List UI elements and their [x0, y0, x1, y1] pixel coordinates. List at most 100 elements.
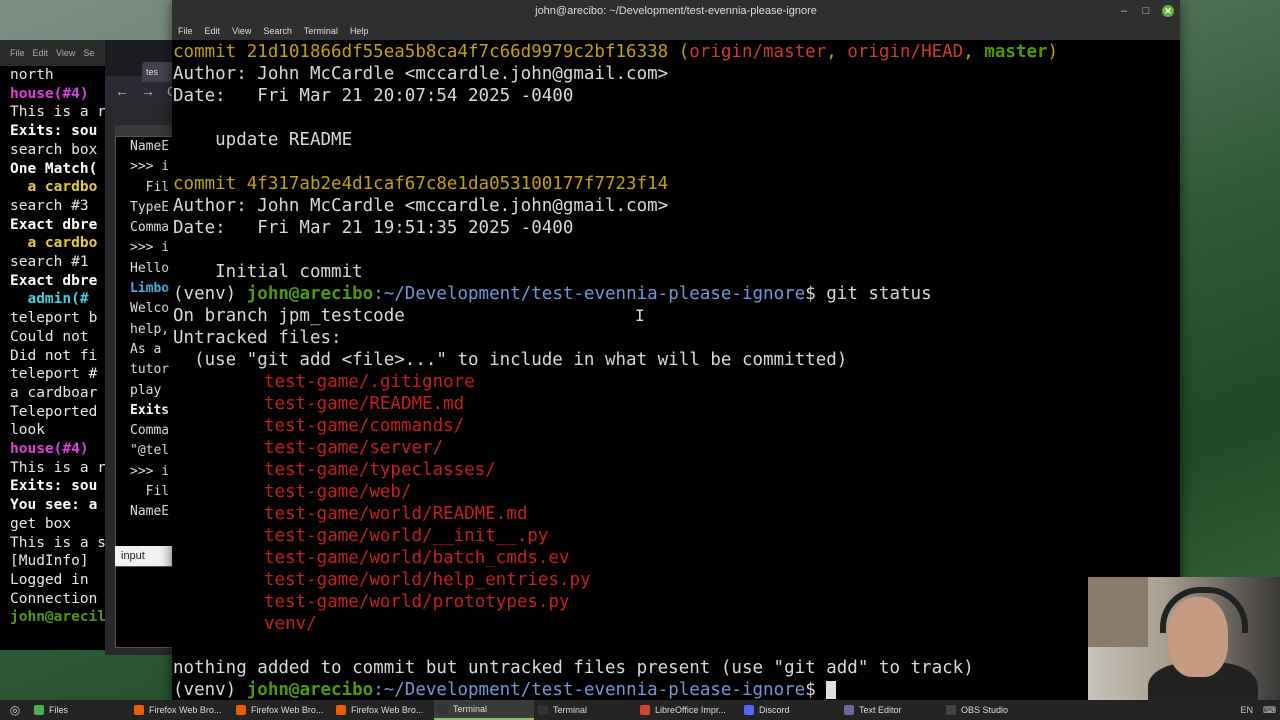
menu-item[interactable]: Se — [83, 48, 94, 58]
taskbar-item-label: Firefox Web Bro... — [149, 705, 222, 715]
terminal-line: a cardboar — [10, 384, 98, 401]
taskbar-item[interactable]: Discord — [740, 700, 840, 720]
menu-item[interactable]: Edit — [33, 48, 49, 58]
webclient-output: NameE >>> i Fil TypeE Comma >>> i Hello Limbo W… — [116, 137, 175, 523]
window-title: john@arecibo: ~/Development/test-evennia… — [535, 5, 817, 17]
menu-terminal[interactable]: Terminal — [304, 22, 338, 40]
terminal-line: This is a s — [10, 534, 107, 551]
untracked-file: test-game/world/help_entries.py — [264, 570, 591, 590]
taskbar-item[interactable]: Text Editor — [840, 700, 942, 720]
text-editor-icon — [844, 705, 854, 715]
browser-tab[interactable]: tes — [142, 62, 175, 82]
taskbar-item[interactable]: Firefox Web Bro... — [332, 700, 434, 720]
terminal-line: get box — [10, 515, 72, 532]
close-button[interactable]: ✕ — [1162, 5, 1174, 17]
terminal-line: This is a r — [10, 459, 107, 476]
shell-prompt-current[interactable]: (venv) john@arecibo:~/Development/test-e… — [173, 679, 1180, 700]
menu-file[interactable]: File — [178, 22, 193, 40]
terminal-line: Exact dbre — [10, 272, 98, 289]
taskbar-item[interactable]: Terminal — [434, 700, 534, 720]
terminal-icon — [538, 705, 548, 715]
menu-item[interactable]: File — [10, 48, 25, 58]
terminal-line: north — [10, 67, 54, 83]
menu-edit[interactable]: Edit — [205, 22, 221, 40]
terminal-line: Exits: sou — [10, 123, 98, 140]
terminal-line: Did not fi — [10, 347, 98, 364]
webcam-shelf — [1088, 577, 1148, 647]
back-terminal-window[interactable]: File Edit View Se north house(#4) This is a r… — [0, 40, 110, 650]
webclient-input-field[interactable] — [115, 566, 175, 648]
webclient-line: Fil — [130, 179, 170, 195]
taskbar-item[interactable]: OBS Studio — [942, 700, 1032, 720]
menu-search[interactable]: Search — [263, 22, 292, 40]
prompt-user-host: john@arecibo — [246, 284, 374, 304]
ref-origin-head: origin/HEAD — [847, 42, 964, 62]
taskbar-item-label: Text Editor — [859, 705, 902, 715]
webclient-line: "@tel — [130, 443, 170, 459]
taskbar-item-label: Files — [49, 705, 69, 715]
prompt-command: git status — [826, 284, 932, 304]
terminal-line: You see: a — [10, 497, 98, 514]
maximize-button[interactable]: □ — [1140, 5, 1152, 17]
main-terminal-window[interactable]: john@arecibo: ~/Development/test-evennia… — [172, 0, 1180, 700]
untracked-file: test-game/README.md — [264, 394, 465, 414]
back-terminal-menubar[interactable]: File Edit View Se — [0, 40, 110, 66]
webclient-line: TypeE — [130, 199, 170, 215]
taskbar: ◎ Files Firefox Web Bro... Firefox Web Bro… — [0, 700, 1280, 720]
keyboard-layout[interactable]: EN — [1240, 705, 1253, 715]
terminal-line: Exits: sou — [10, 478, 98, 495]
terminal-line: a cardbo — [10, 179, 98, 196]
window-titlebar[interactable]: john@arecibo: ~/Development/test-evennia… — [172, 0, 1180, 22]
taskbar-item[interactable]: Files — [30, 700, 130, 720]
start-menu-icon[interactable]: ◎ — [0, 700, 30, 720]
ref-master: master — [984, 42, 1048, 62]
libreoffice-impress-icon — [640, 705, 650, 715]
untracked-file: test-game/typeclasses/ — [264, 460, 496, 480]
taskbar-item-label: Firefox Web Bro... — [351, 705, 424, 715]
minimize-button[interactable]: – — [1118, 5, 1130, 17]
taskbar-item[interactable]: Firefox Web Bro... — [130, 700, 232, 720]
terminal-line: This is a r — [10, 104, 107, 121]
back-terminal-output: north house(#4) This is a r Exits: sou searc… — [0, 66, 110, 627]
untracked-file: test-game/server/ — [264, 438, 444, 458]
terminal-line: Logged in — [10, 571, 89, 588]
terminal-line: admin(# — [10, 291, 89, 308]
commit-refs-open: ( — [668, 42, 690, 62]
menu-view[interactable]: View — [232, 22, 251, 40]
untracked-file: test-game/world/prototypes.py — [264, 592, 570, 612]
taskbar-item[interactable]: Terminal — [534, 700, 636, 720]
commit-line: commit 21d101866df55ea5b8ca4f7c66d9979c2… — [173, 42, 1059, 62]
webclient-line: play — [130, 382, 162, 398]
taskbar-item[interactable]: Firefox Web Bro... — [232, 700, 332, 720]
terminal-menubar[interactable]: File Edit View Search Terminal Help — [172, 22, 1180, 40]
webclient-line: NameE — [130, 504, 170, 520]
webclient-line: Welco — [130, 301, 170, 317]
commit-author: Author: John McCardle <mccardle.john@gma… — [173, 196, 669, 216]
terminal-line: john@arecil — [10, 609, 107, 626]
tray-icon[interactable]: ⌨ — [1263, 705, 1276, 716]
webclient-line: >>> i — [130, 463, 170, 479]
webclient-line: Hello — [130, 260, 170, 276]
ref-origin-master: origin/master — [689, 42, 827, 62]
terminal-line: house(#4) — [10, 441, 89, 458]
menu-item[interactable]: View — [56, 48, 75, 58]
commit-hash: commit 21d101866df55ea5b8ca4f7c66d9979c2… — [173, 42, 669, 62]
taskbar-item-label: LibreOffice Impr... — [655, 705, 726, 715]
menu-help[interactable]: Help — [350, 22, 369, 40]
taskbar-item[interactable]: LibreOffice Impr... — [636, 700, 740, 720]
terminal-line: Exact dbre — [10, 216, 98, 233]
webclient-line: NameE — [130, 139, 170, 154]
back-arrow-icon[interactable]: ← — [115, 83, 129, 99]
untracked-file: test-game/world/__init__.py — [264, 526, 549, 546]
terminal-line: teleport # — [10, 366, 98, 383]
folder-icon — [34, 705, 44, 715]
terminal-output[interactable]: commit 21d101866df55ea5b8ca4f7c66d9979c2… — [172, 41, 1180, 700]
back-browser-window[interactable]: tes ← → C NameE >>> i Fil TypeE Comma >>> i Hel… — [105, 40, 175, 655]
webclient-input-tab[interactable]: input — [115, 546, 175, 566]
forward-arrow-icon[interactable]: → — [141, 83, 155, 99]
untracked-file: test-game/web/ — [264, 482, 412, 502]
terminal-line: look — [10, 422, 45, 439]
